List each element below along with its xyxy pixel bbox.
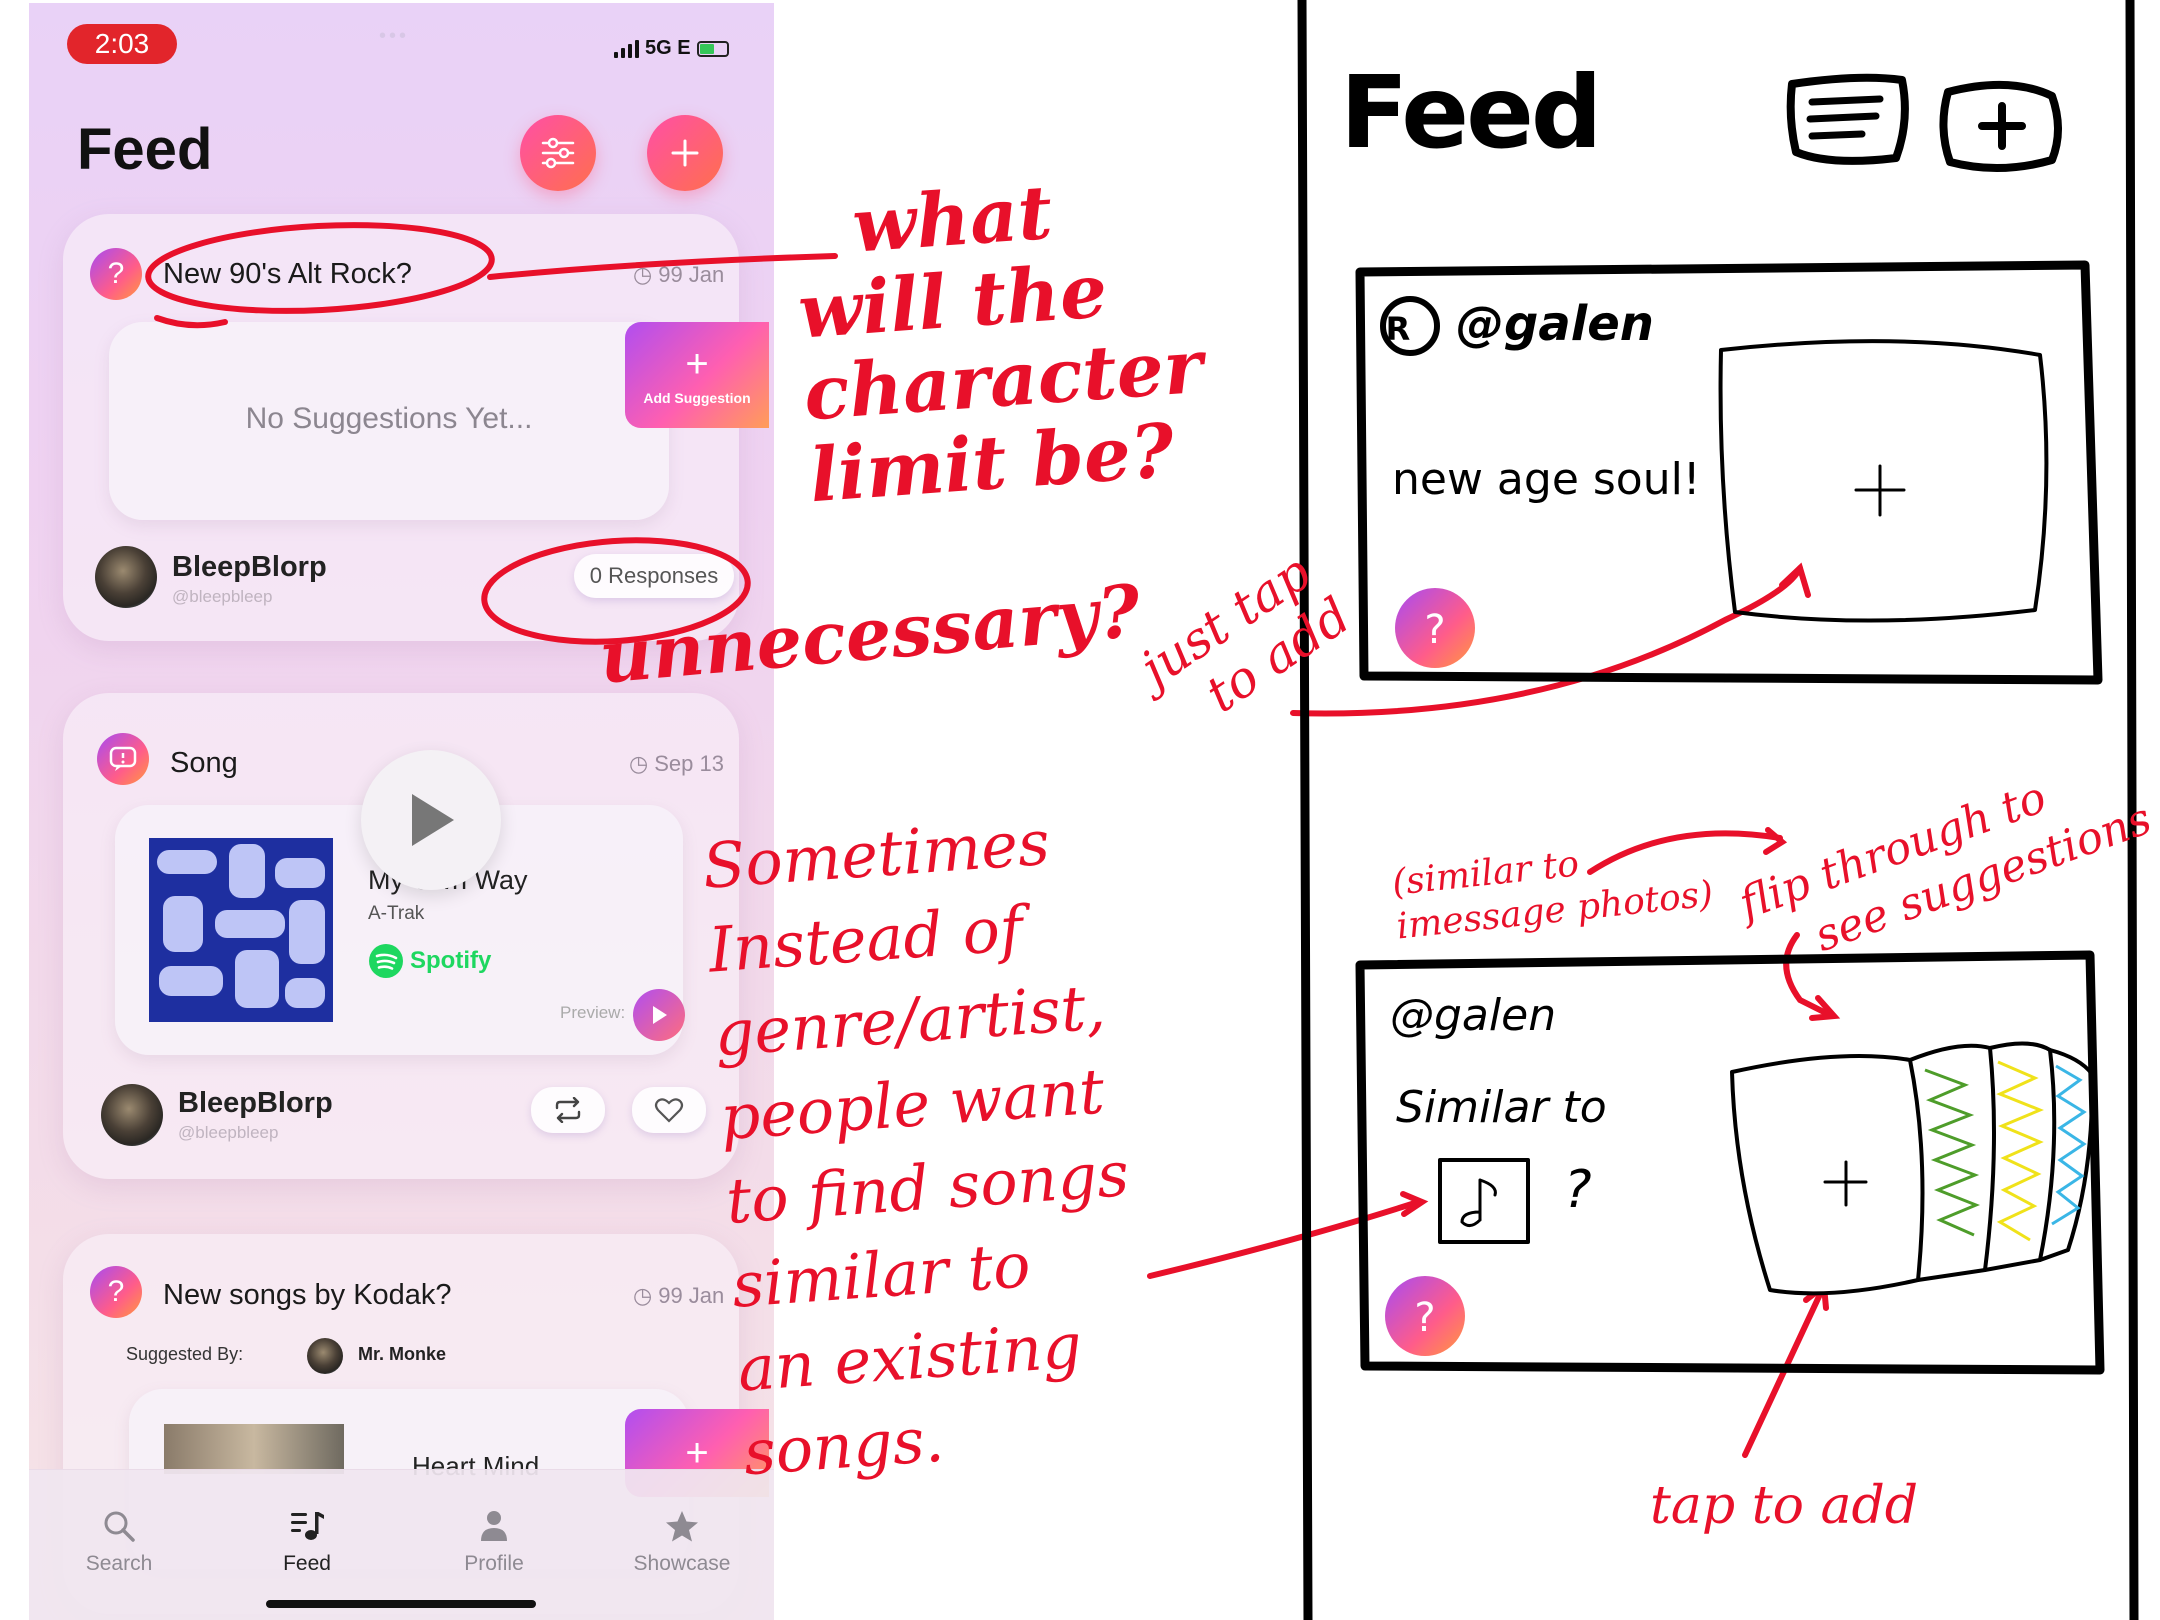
- circle-title-annotation: [145, 222, 495, 314]
- stack-card-front: [1730, 1054, 1925, 1296]
- annotation-sometimes: Sometimes Instead of genre/artist, peopl…: [700, 805, 1132, 1490]
- arrowhead: [1779, 562, 1811, 598]
- sketch-user-1: @galen: [1456, 296, 1654, 352]
- circle-tail: [154, 315, 228, 329]
- add-photo-box: [1718, 339, 2049, 623]
- line-to-char-limit: [487, 253, 838, 280]
- svg-text:?: ?: [1424, 607, 1445, 653]
- sketch-user-2: @galen: [1390, 990, 1557, 1041]
- arrowhead: [1763, 827, 1788, 855]
- yellow-scribble: [1996, 1060, 2044, 1242]
- green-scribble: [1924, 1068, 1980, 1237]
- sketch-card1-text: new age soul!: [1392, 454, 1701, 505]
- annotation-character-limit: what will the character limit be?: [795, 169, 1206, 520]
- sketch-title: Feed: [1340, 54, 1602, 171]
- sketch-question-mark: ?: [1564, 1160, 1592, 1220]
- arrow-song: [1147, 1199, 1421, 1279]
- avatar-letter: R: [1386, 310, 1411, 348]
- music-note-sketch: [1460, 1178, 1497, 1227]
- song-box-sketch: [1438, 1158, 1530, 1244]
- sketch-left-border: [1297, 0, 1313, 1620]
- sketch-card2-text: Similar to: [1396, 1082, 1607, 1133]
- annotation-tap-to-add: tap to add: [1650, 1476, 1919, 1536]
- arrow-just-tap: [1290, 565, 1803, 717]
- svg-text:?: ?: [1414, 1295, 1435, 1341]
